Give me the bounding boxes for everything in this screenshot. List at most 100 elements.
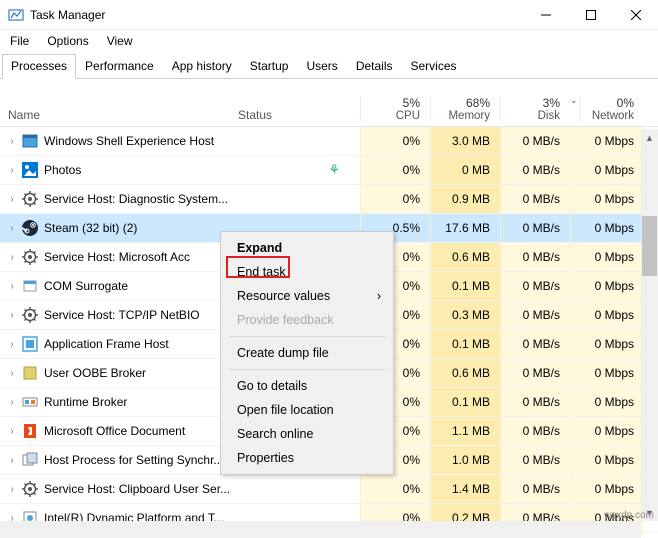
header-disk[interactable]: 3%Disk [500, 96, 570, 122]
process-name-label: Microsoft Office Document [44, 424, 185, 438]
expand-chevron-icon[interactable]: › [6, 484, 18, 495]
network-cell: 0 Mbps [570, 446, 644, 474]
ctx-end-task[interactable]: End task [223, 260, 391, 284]
expand-chevron-icon[interactable]: › [6, 252, 18, 263]
runtime-icon [22, 394, 38, 410]
status-cell: ⚘ [238, 162, 360, 178]
frame-icon [22, 336, 38, 352]
expand-chevron-icon[interactable]: › [6, 165, 18, 176]
disk-cell: 0 MB/s [500, 359, 570, 387]
horizontal-scrollbar[interactable] [0, 521, 641, 538]
tab-app-history[interactable]: App history [163, 54, 241, 78]
expand-chevron-icon[interactable]: › [6, 426, 18, 437]
expand-chevron-icon[interactable]: › [6, 455, 18, 466]
steam-icon [22, 220, 38, 236]
process-name-label: Service Host: Clipboard User Ser... [44, 482, 230, 496]
memory-cell: 0.6 MB [430, 359, 500, 387]
memory-cell: 0.9 MB [430, 185, 500, 213]
cpu-cell: 0% [360, 475, 430, 503]
expand-chevron-icon[interactable]: › [6, 223, 18, 234]
ctx-open-file-location[interactable]: Open file location [223, 398, 391, 422]
tab-strip: ProcessesPerformanceApp historyStartupUs… [0, 54, 658, 79]
tab-details[interactable]: Details [347, 54, 402, 78]
gear-icon [22, 249, 38, 265]
network-cell: 0 Mbps [570, 214, 644, 242]
expand-chevron-icon[interactable]: › [6, 368, 18, 379]
process-name-label: User OOBE Broker [44, 366, 146, 380]
header-cpu[interactable]: 5%CPU [360, 96, 430, 122]
column-headers: Name Status 5%CPU 68%Memory 3%Disk ⌄ 0%N… [0, 79, 658, 127]
window-title: Task Manager [30, 8, 523, 22]
memory-cell: 0.3 MB [430, 301, 500, 329]
office-icon [22, 423, 38, 439]
expand-chevron-icon[interactable]: › [6, 339, 18, 350]
header-name[interactable]: Name [0, 108, 238, 122]
disk-cell: 0 MB/s [500, 417, 570, 445]
ctx-create-dump[interactable]: Create dump file [223, 341, 391, 365]
network-cell: 0 Mbps [570, 475, 644, 503]
gear-icon [22, 307, 38, 323]
tab-services[interactable]: Services [402, 54, 466, 78]
process-name-label: Service Host: TCP/IP NetBIO [44, 308, 200, 322]
process-name-cell: › Runtime Broker [0, 394, 238, 410]
process-name-cell: › Windows Shell Experience Host [0, 133, 238, 149]
memory-cell: 0.1 MB [430, 388, 500, 416]
menu-options[interactable]: Options [47, 34, 88, 48]
process-row[interactable]: ›Windows Shell Experience Host0%3.0 MB0 … [0, 127, 658, 156]
disk-cell: 0 MB/s [500, 388, 570, 416]
vertical-scrollbar[interactable]: ▲ ▼ [641, 129, 658, 521]
titlebar: Task Manager [0, 0, 658, 30]
tab-users[interactable]: Users [297, 54, 346, 78]
header-memory[interactable]: 68%Memory [430, 96, 500, 122]
ctx-expand[interactable]: Expand [223, 236, 391, 260]
process-name-cell: ›Application Frame Host [0, 336, 238, 352]
memory-cell: 1.1 MB [430, 417, 500, 445]
ctx-properties[interactable]: Properties [223, 446, 391, 470]
expand-chevron-icon[interactable]: › [6, 194, 18, 205]
tab-processes[interactable]: Processes [2, 54, 76, 79]
ctx-go-to-details[interactable]: Go to details [223, 374, 391, 398]
scroll-up-button[interactable]: ▲ [641, 129, 658, 146]
scrollbar-thumb[interactable] [642, 216, 657, 276]
cpu-cell: 0% [360, 185, 430, 213]
process-row[interactable]: › Service Host: Diagnostic System... 0%0.9… [0, 185, 658, 214]
expand-chevron-icon[interactable]: › [6, 397, 18, 408]
disk-cell: 0 MB/s [500, 272, 570, 300]
com-icon [22, 278, 38, 294]
process-name-label: Host Process for Setting Synchr... [44, 453, 223, 467]
process-name-cell: ›Steam (32 bit) (2) [0, 220, 238, 236]
expand-chevron-icon[interactable]: › [6, 281, 18, 292]
process-name-label: Runtime Broker [44, 395, 127, 409]
tab-performance[interactable]: Performance [76, 54, 163, 78]
memory-cell: 0.6 MB [430, 243, 500, 271]
process-name-cell: ›Service Host: Microsoft Acc [0, 249, 238, 265]
close-button[interactable] [613, 0, 658, 30]
process-row[interactable]: ›Service Host: Clipboard User Ser...0%1.… [0, 475, 658, 504]
task-manager-icon [8, 7, 24, 23]
header-status[interactable]: Status [238, 108, 360, 122]
window-controls [523, 0, 658, 30]
maximize-button[interactable] [568, 0, 613, 30]
disk-cell: 0 MB/s [500, 185, 570, 213]
header-network[interactable]: 0%Network [580, 96, 644, 122]
memory-cell: 0 MB [430, 156, 500, 184]
ctx-search-online[interactable]: Search online [223, 422, 391, 446]
menu-file[interactable]: File [10, 34, 29, 48]
gear-icon [22, 191, 38, 207]
tab-startup[interactable]: Startup [241, 54, 298, 78]
menubar: File Options View [0, 30, 658, 54]
minimize-button[interactable] [523, 0, 568, 30]
ctx-resource-values[interactable]: Resource values [223, 284, 391, 308]
expand-chevron-icon[interactable]: › [6, 136, 18, 147]
context-menu: Expand End task Resource values Provide … [220, 231, 394, 475]
process-row[interactable]: ›Photos⚘0%0 MB0 MB/s0 Mbps [0, 156, 658, 185]
expand-chevron-icon[interactable]: › [6, 310, 18, 321]
process-name-cell: › User OOBE Broker [0, 365, 238, 381]
network-cell: 0 Mbps [570, 417, 644, 445]
process-name-label: Service Host: Diagnostic System... [44, 192, 228, 206]
host-icon [22, 452, 38, 468]
menu-view[interactable]: View [107, 34, 133, 48]
process-name-label: COM Surrogate [44, 279, 128, 293]
process-name-label: Windows Shell Experience Host [44, 134, 214, 148]
disk-cell: 0 MB/s [500, 214, 570, 242]
